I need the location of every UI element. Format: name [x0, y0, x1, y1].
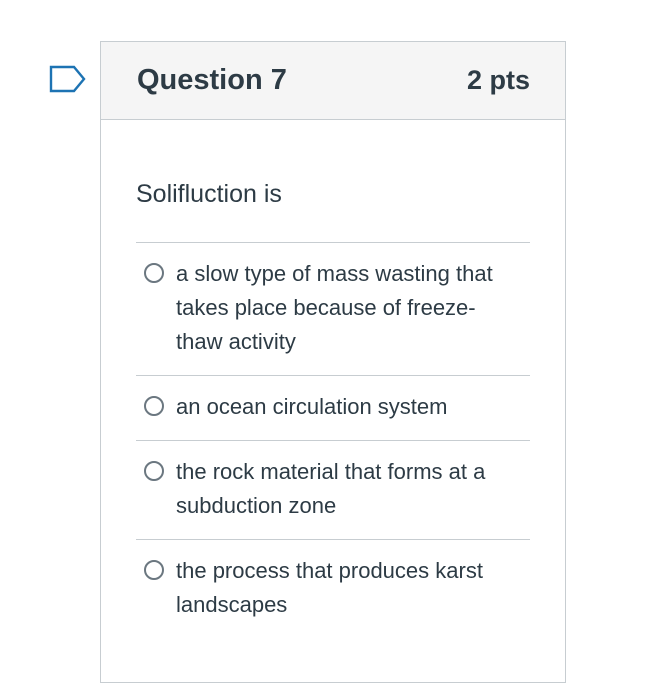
question-title: Question 7: [137, 64, 287, 96]
radio-button[interactable]: [144, 461, 164, 481]
answer-option[interactable]: a slow type of mass wasting that takes p…: [136, 242, 530, 375]
question-body: Solifluction is a slow type of mass wast…: [101, 178, 565, 622]
answer-option[interactable]: the process that produces karst landscap…: [136, 539, 530, 622]
answer-option[interactable]: an ocean circulation system: [136, 375, 530, 440]
answer-label[interactable]: an ocean circulation system: [176, 390, 522, 424]
answer-label[interactable]: a slow type of mass wasting that takes p…: [176, 257, 521, 359]
question-card: Question 7 2 pts Solifluction is a slow …: [100, 41, 566, 683]
answer-label[interactable]: the rock material that forms at a subduc…: [176, 455, 522, 523]
question-header: Question 7 2 pts: [101, 42, 565, 120]
answer-option[interactable]: the rock material that forms at a subduc…: [136, 440, 530, 539]
answer-list: a slow type of mass wasting that takes p…: [136, 242, 530, 622]
radio-button[interactable]: [144, 560, 164, 580]
answer-label[interactable]: the process that produces karst landscap…: [176, 554, 522, 622]
radio-button[interactable]: [144, 396, 164, 416]
radio-button[interactable]: [144, 263, 164, 283]
question-points: 2 pts: [466, 65, 530, 95]
question-text: Solifluction is: [136, 180, 282, 208]
flag-question-icon[interactable]: [48, 64, 88, 94]
